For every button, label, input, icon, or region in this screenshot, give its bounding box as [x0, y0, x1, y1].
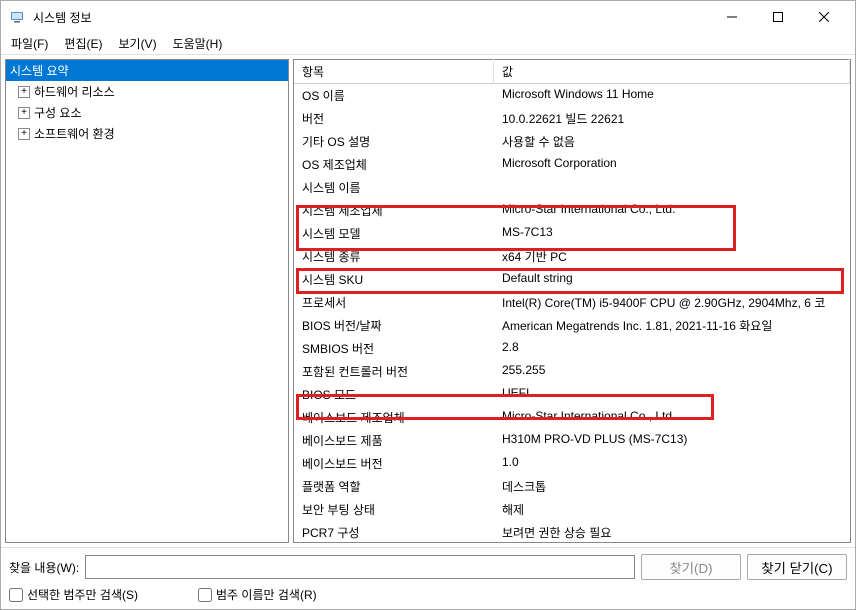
tree-node-software[interactable]: + 소프트웨어 환경	[6, 123, 288, 144]
cell-value: American Megatrends Inc. 1.81, 2021-11-1…	[494, 315, 850, 336]
cell-item: SMBIOS 버전	[294, 338, 494, 359]
table-row[interactable]: BIOS 모드UEFI	[294, 383, 850, 406]
expand-icon[interactable]: +	[18, 86, 30, 98]
column-header-value[interactable]: 값	[494, 59, 850, 84]
menubar: 파일(F) 편집(E) 보기(V) 도움말(H)	[1, 33, 855, 55]
table-panel: 항목 값 OS 이름Microsoft Windows 11 Home버전10.…	[293, 59, 851, 543]
cell-value: 255.255	[494, 361, 850, 382]
cell-value: x64 기반 PC	[494, 246, 850, 267]
cell-item: 포함된 컨트롤러 버전	[294, 361, 494, 382]
menu-help[interactable]: 도움말(H)	[165, 33, 231, 54]
maximize-button[interactable]	[755, 1, 801, 33]
tree-node-label: 소프트웨어 환경	[34, 125, 115, 142]
cell-item: 베이스보드 제조업체	[294, 407, 494, 428]
app-icon	[9, 9, 25, 25]
close-find-button[interactable]: 찾기 닫기(C)	[747, 554, 847, 580]
table-row[interactable]: 베이스보드 제품H310M PRO-VD PLUS (MS-7C13)	[294, 429, 850, 452]
tree-node-label: 하드웨어 리소스	[34, 83, 115, 100]
table-body[interactable]: OS 이름Microsoft Windows 11 Home버전10.0.226…	[294, 84, 850, 542]
checkbox-label: 선택한 범주만 검색(S)	[27, 586, 138, 603]
cell-value: MS-7C13	[494, 223, 850, 244]
table-row[interactable]: 베이스보드 버전1.0	[294, 452, 850, 475]
cell-item: 시스템 이름	[294, 177, 494, 198]
table-row[interactable]: 포함된 컨트롤러 버전255.255	[294, 360, 850, 383]
cell-item: PCR7 구성	[294, 522, 494, 542]
cell-value: Micro-Star International Co., Ltd.	[494, 200, 850, 221]
tree-node-label: 구성 요소	[34, 104, 82, 121]
find-button[interactable]: 찾기(D)	[641, 554, 741, 580]
titlebar: 시스템 정보	[1, 1, 855, 33]
table-row[interactable]: PCR7 구성보려면 권한 상승 필요	[294, 521, 850, 542]
bottom-bar: 찾을 내용(W): 찾기(D) 찾기 닫기(C) 선택한 범주만 검색(S) 범…	[1, 547, 855, 609]
cell-value: Micro-Star International Co., Ltd.	[494, 407, 850, 428]
expand-icon[interactable]: +	[18, 128, 30, 140]
cell-value: 사용할 수 없음	[494, 131, 850, 152]
cell-item: OS 제조업체	[294, 154, 494, 175]
table-row[interactable]: 보안 부팅 상태해제	[294, 498, 850, 521]
cell-item: BIOS 모드	[294, 384, 494, 405]
table-row[interactable]: 기타 OS 설명사용할 수 없음	[294, 130, 850, 153]
cell-value: 해제	[494, 499, 850, 520]
table-row[interactable]: 시스템 SKUDefault string	[294, 268, 850, 291]
column-header-item[interactable]: 항목	[294, 59, 494, 84]
cell-item: 시스템 종류	[294, 246, 494, 267]
cell-value: Intel(R) Core(TM) i5-9400F CPU @ 2.90GHz…	[494, 292, 850, 313]
table-row[interactable]: 시스템 이름	[294, 176, 850, 199]
table-row[interactable]: 버전10.0.22621 빌드 22621	[294, 107, 850, 130]
table-row[interactable]: 시스템 모델MS-7C13	[294, 222, 850, 245]
table-row[interactable]: 프로세서Intel(R) Core(TM) i5-9400F CPU @ 2.9…	[294, 291, 850, 314]
cell-value: Microsoft Windows 11 Home	[494, 85, 850, 106]
selected-category-checkbox-input[interactable]	[9, 588, 23, 602]
table-row[interactable]: 플랫폼 역할데스크톱	[294, 475, 850, 498]
cell-item: 플랫폼 역할	[294, 476, 494, 497]
menu-file[interactable]: 파일(F)	[3, 33, 56, 54]
cell-item: BIOS 버전/날짜	[294, 315, 494, 336]
cell-value: 보려면 권한 상승 필요	[494, 522, 850, 542]
cell-value: 1.0	[494, 453, 850, 474]
cell-item: OS 이름	[294, 85, 494, 106]
cell-item: 기타 OS 설명	[294, 131, 494, 152]
cell-value: 10.0.22621 빌드 22621	[494, 108, 850, 129]
cell-item: 버전	[294, 108, 494, 129]
cell-value: Default string	[494, 269, 850, 290]
cell-item: 베이스보드 버전	[294, 453, 494, 474]
tree-panel[interactable]: 시스템 요약 + 하드웨어 리소스 + 구성 요소 + 소프트웨어 환경	[5, 59, 289, 543]
table-header: 항목 값	[294, 60, 850, 84]
tree-node-components[interactable]: + 구성 요소	[6, 102, 288, 123]
table-row[interactable]: OS 제조업체Microsoft Corporation	[294, 153, 850, 176]
cell-value: UEFI	[494, 384, 850, 405]
cell-item: 시스템 SKU	[294, 269, 494, 290]
search-input[interactable]	[85, 555, 635, 579]
search-label: 찾을 내용(W):	[9, 559, 79, 576]
cell-value: H310M PRO-VD PLUS (MS-7C13)	[494, 430, 850, 451]
cell-value: 2.8	[494, 338, 850, 359]
names-only-checkbox-input[interactable]	[198, 588, 212, 602]
table-row[interactable]: BIOS 버전/날짜American Megatrends Inc. 1.81,…	[294, 314, 850, 337]
table-row[interactable]: SMBIOS 버전2.8	[294, 337, 850, 360]
tree-node-system-summary[interactable]: 시스템 요약	[6, 60, 288, 81]
selected-category-checkbox[interactable]: 선택한 범주만 검색(S)	[9, 586, 138, 603]
menu-edit[interactable]: 편집(E)	[56, 33, 110, 54]
table-row[interactable]: 베이스보드 제조업체Micro-Star International Co., …	[294, 406, 850, 429]
cell-item: 베이스보드 제품	[294, 430, 494, 451]
close-button[interactable]	[801, 1, 847, 33]
cell-value: 데스크톱	[494, 476, 850, 497]
expand-icon[interactable]: +	[18, 107, 30, 119]
cell-item: 프로세서	[294, 292, 494, 313]
cell-item: 시스템 모델	[294, 223, 494, 244]
table-row[interactable]: 시스템 종류x64 기반 PC	[294, 245, 850, 268]
table-row[interactable]: 시스템 제조업체Micro-Star International Co., Lt…	[294, 199, 850, 222]
cell-value	[494, 177, 850, 198]
cell-value: Microsoft Corporation	[494, 154, 850, 175]
cell-item: 보안 부팅 상태	[294, 499, 494, 520]
menu-view[interactable]: 보기(V)	[110, 33, 164, 54]
names-only-checkbox[interactable]: 범주 이름만 검색(R)	[198, 586, 317, 603]
cell-item: 시스템 제조업체	[294, 200, 494, 221]
tree-node-hardware[interactable]: + 하드웨어 리소스	[6, 81, 288, 102]
table-row[interactable]: OS 이름Microsoft Windows 11 Home	[294, 84, 850, 107]
checkbox-label: 범주 이름만 검색(R)	[216, 586, 317, 603]
window-title: 시스템 정보	[33, 9, 709, 26]
tree-node-label: 시스템 요약	[10, 62, 69, 79]
minimize-button[interactable]	[709, 1, 755, 33]
